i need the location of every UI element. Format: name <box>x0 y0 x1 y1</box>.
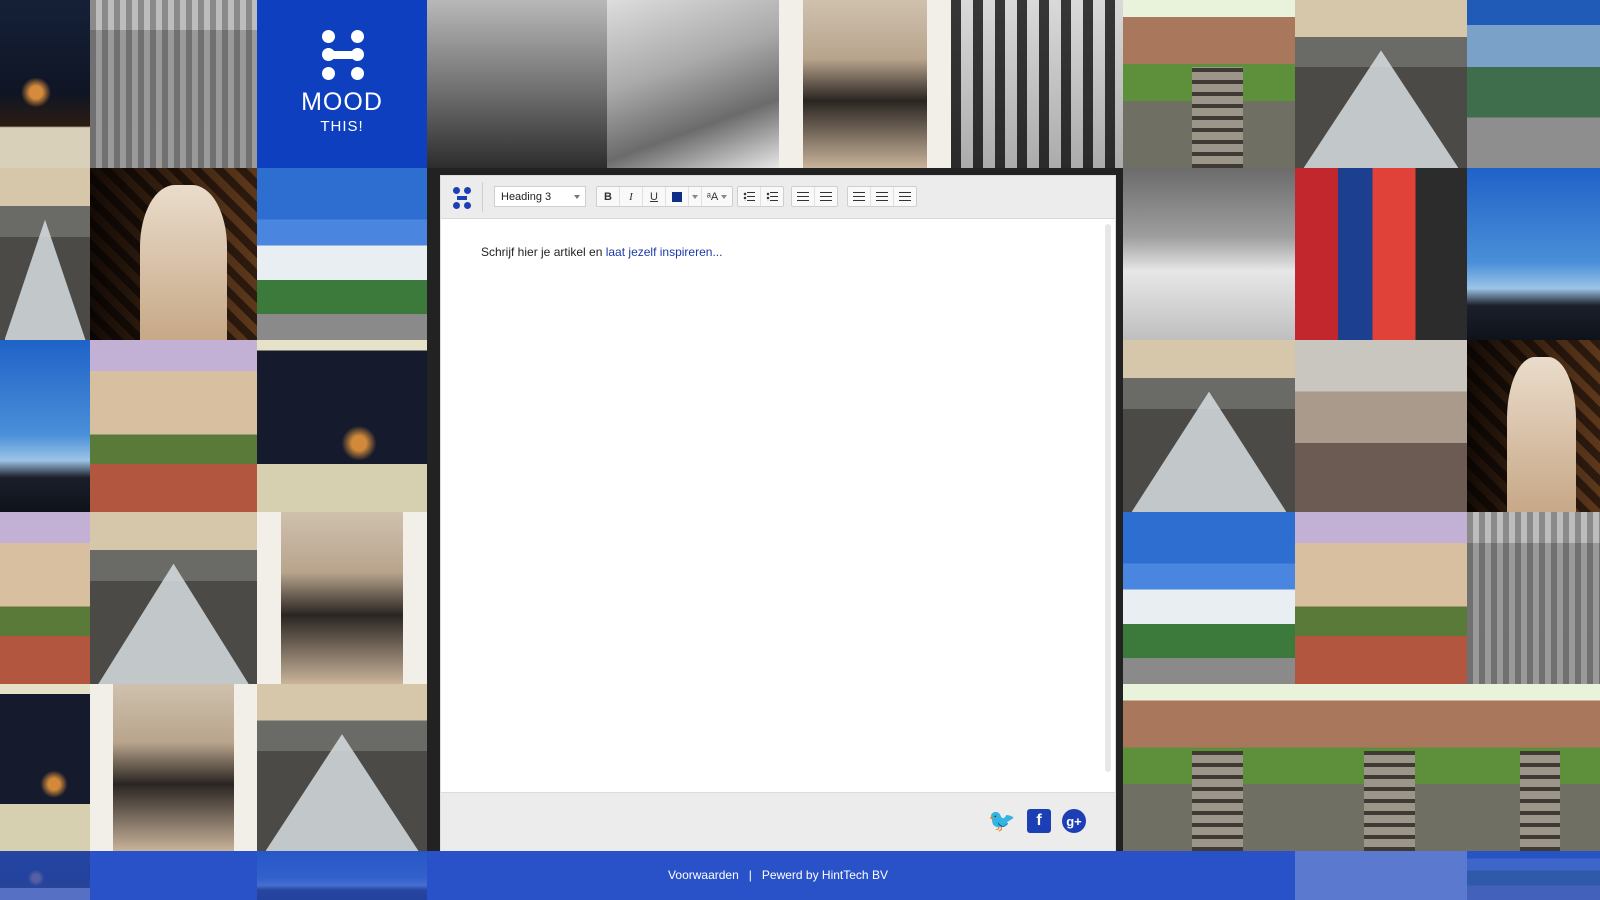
photo-tile <box>90 340 257 512</box>
photo-tile <box>1467 512 1600 684</box>
photo-tile <box>257 851 427 900</box>
toolbar-divider <box>482 182 483 212</box>
photo-tile <box>257 684 427 851</box>
placeholder-text: Schrijf hier je artikel en <box>481 245 606 259</box>
text-style-group: B I U ᵃA <box>596 186 733 207</box>
text-color-button[interactable] <box>666 187 689 206</box>
photo-tile <box>1295 684 1467 851</box>
align-right-button[interactable] <box>894 187 916 206</box>
indent-icon <box>820 192 832 201</box>
editor-scrollbar[interactable] <box>1105 224 1111 772</box>
terms-link[interactable]: Voorwaarden <box>668 868 739 882</box>
photo-tile <box>257 340 427 512</box>
logo-subtitle: THIS! <box>320 118 364 135</box>
photo-tile <box>1123 512 1295 684</box>
facebook-icon[interactable]: f <box>1027 809 1051 833</box>
photo-tile <box>779 0 951 168</box>
format-select-value: Heading 3 <box>501 191 552 203</box>
align-center-button[interactable] <box>871 187 894 206</box>
editor-placeholder: Schrijf hier je artikel en laat jezelf i… <box>481 245 722 259</box>
photo-tile <box>1123 168 1295 340</box>
font-size-icon: ᵃA <box>706 190 719 203</box>
outdent-icon <box>797 192 809 201</box>
photo-tile <box>257 512 427 684</box>
text-color-dropdown[interactable] <box>689 187 702 206</box>
photo-tile <box>1295 512 1467 684</box>
chevron-down-icon <box>574 195 580 199</box>
photo-tile <box>1123 340 1295 512</box>
logo-title: MOOD <box>301 88 383 116</box>
bullet-list-icon <box>743 192 755 201</box>
share-bar: 🐦 f g+ <box>441 792 1115 851</box>
outdent-button[interactable] <box>792 187 815 206</box>
bullet-list-button[interactable] <box>738 187 761 206</box>
mood-this-logo[interactable]: MOOD THIS! <box>257 0 427 168</box>
align-left-button[interactable] <box>848 187 871 206</box>
photo-tile <box>0 340 90 512</box>
list-group <box>737 186 784 207</box>
photo-tile <box>1467 851 1600 900</box>
editor-content-area[interactable]: Schrijf hier je artikel en laat jezelf i… <box>441 219 1115 779</box>
numbered-list-button[interactable] <box>761 187 783 206</box>
photo-tile <box>607 0 779 168</box>
photo-tile <box>1467 340 1600 512</box>
numbered-list-icon <box>766 192 778 201</box>
photo-tile <box>90 512 257 684</box>
article-editor: Heading 3 B I U ᵃA Schrijf hier je artik… <box>441 176 1115 851</box>
photo-tile <box>90 684 257 851</box>
twitter-icon[interactable]: 🐦 <box>988 808 1015 833</box>
photo-tile <box>1123 684 1295 851</box>
photo-tile <box>0 851 90 900</box>
photo-tile <box>1467 168 1600 340</box>
photo-tile <box>90 0 257 168</box>
photo-tile <box>427 0 607 168</box>
footer-links: Voorwaarden | Pewerd by HintTech BV <box>441 851 1115 900</box>
logo-mark-icon <box>322 30 364 80</box>
photo-tile <box>0 168 90 340</box>
photo-tile <box>951 0 1123 168</box>
indent-button[interactable] <box>815 187 837 206</box>
photo-tile <box>1295 168 1467 340</box>
color-swatch-icon <box>672 191 682 202</box>
photo-tile <box>1467 0 1600 168</box>
toolbar-logo-icon[interactable] <box>453 187 471 209</box>
footer-separator: | <box>748 868 752 882</box>
placeholder-highlight: laat jezelf inspireren... <box>605 245 723 259</box>
align-center-icon <box>876 192 888 201</box>
photo-tile <box>1123 0 1295 168</box>
format-select[interactable]: Heading 3 <box>494 186 586 207</box>
photo-tile <box>1295 340 1467 512</box>
photo-tile <box>0 684 90 851</box>
photo-tile <box>257 168 427 340</box>
font-size-button[interactable]: ᵃA <box>702 187 732 206</box>
photo-tile <box>1295 851 1467 900</box>
photo-tile <box>0 512 90 684</box>
chevron-down-icon <box>692 194 698 199</box>
photo-tile <box>90 168 257 340</box>
chevron-down-icon <box>721 194 728 199</box>
photo-tile <box>0 0 90 168</box>
google-plus-icon[interactable]: g+ <box>1062 809 1086 833</box>
align-left-icon <box>853 192 865 201</box>
italic-button[interactable]: I <box>620 187 643 206</box>
photo-tile <box>1467 684 1600 851</box>
align-right-icon <box>899 192 911 201</box>
align-group <box>847 186 917 207</box>
powered-by-link[interactable]: Pewerd by HintTech BV <box>762 868 888 882</box>
bold-button[interactable]: B <box>597 187 620 206</box>
photo-tile <box>1295 0 1467 168</box>
editor-toolbar: Heading 3 B I U ᵃA <box>441 176 1115 219</box>
indent-group <box>791 186 838 207</box>
underline-button[interactable]: U <box>643 187 666 206</box>
